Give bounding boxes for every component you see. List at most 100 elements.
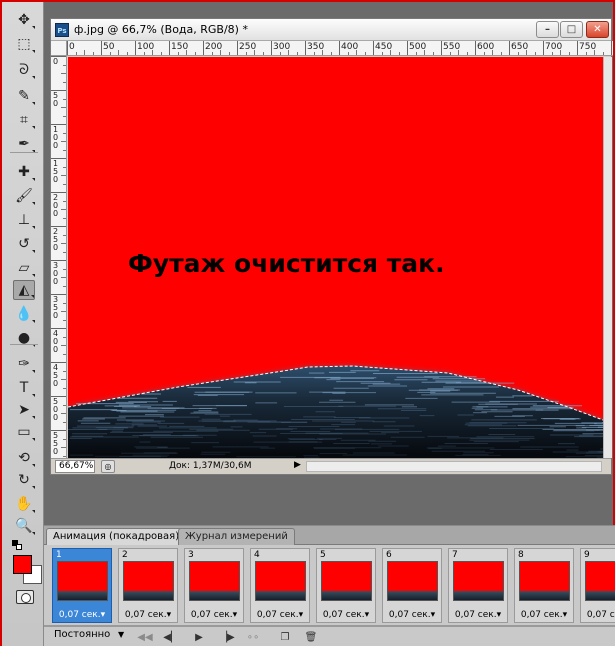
eraser-tool-icon[interactable]: ▱ [13, 258, 35, 278]
loop-select[interactable]: Постоянно [54, 629, 110, 640]
healing-brush-tool-icon[interactable]: ✚ [13, 162, 35, 182]
frame-delay-select[interactable]: 0,07 сек.▾ [53, 610, 111, 620]
ruler-tick-label: 150 [53, 159, 59, 184]
frame-thumbnail [585, 561, 615, 601]
blur-tool-icon[interactable]: 💧 [13, 304, 35, 324]
canvas[interactable]: Футаж очистится так. [68, 57, 603, 458]
brush-tool-icon[interactable]: 🖌 [13, 186, 35, 206]
lasso-tool-icon[interactable]: ᘐ [13, 60, 35, 80]
prev-frame-icon[interactable]: ◀▏ [162, 630, 180, 644]
animation-frame[interactable]: 2 0,07 сек.▾ [118, 548, 178, 623]
tools-panel: ✥ ⬚ ᘐ ✎ ⌗ ✒ ✚ 🖌 ⊥ ↺ ▱ ◭ 💧 ● ✑ T ➤ ▭ ⟲ ↻ ✋ 🔍 [2, 2, 44, 646]
vertical-ruler[interactable]: 0 50 100 150 200 250 300 350 400 450 500 550 [51, 56, 67, 458]
animation-frame[interactable]: 4 0,07 сек.▾ [250, 548, 310, 623]
rectangle-tool-icon[interactable]: ▭ [13, 422, 35, 442]
frame-delay-select[interactable]: 0,07 сек.▾ [317, 610, 375, 620]
frame-delay-select[interactable]: 0,07 сек.▾ [185, 610, 243, 620]
ruler-origin[interactable] [51, 41, 67, 56]
delete-frame-icon[interactable]: 🗑 [302, 630, 320, 644]
tab-measurement-log[interactable]: Журнал измерений [178, 528, 295, 545]
frame-thumbnail [387, 561, 438, 601]
animation-panel: Анимация (покадровая) Журнал измерений 1… [44, 525, 615, 646]
ruler-tick-label: 350 [53, 295, 59, 320]
panel-tabs: Анимация (покадровая) Журнал измерений [44, 526, 615, 545]
horizontal-ruler[interactable]: 0 50 100 150 200 250 300 350 400 450 500 550 600 650 7… [67, 41, 613, 56]
play-icon[interactable]: ▶ [190, 630, 208, 644]
first-frame-icon[interactable]: ◀◀ [136, 630, 154, 644]
history-brush-tool-icon[interactable]: ↺ [13, 234, 35, 254]
frame-number: 9 [584, 550, 590, 560]
quick-mask-icon[interactable] [16, 590, 34, 604]
frame-delay-select[interactable]: 0,07 сек.▾ [383, 610, 441, 620]
status-menu-arrow-icon[interactable]: ▶ [294, 460, 301, 470]
ruler-tick-label: 400 [53, 329, 59, 354]
document-titlebar[interactable]: Ps ф.jpg @ 66,7% (Вода, RGB/8) * – □ ✕ [51, 19, 611, 41]
ruler-tick-label: 500 [53, 397, 59, 422]
foreground-color-swatch[interactable] [13, 555, 32, 574]
clone-stamp-tool-icon[interactable]: ⊥ [13, 210, 35, 230]
frame-number: 5 [320, 550, 326, 560]
overlay-caption: Футаж очистится так. [128, 249, 445, 278]
duplicate-frame-icon[interactable]: ❐ [276, 630, 294, 644]
minimize-button[interactable]: – [536, 21, 559, 38]
crop-tool-icon[interactable]: ⌗ [13, 110, 35, 130]
document-size: Док: 1,37M/30,6M [169, 461, 252, 471]
animation-frame[interactable]: 5 0,07 сек.▾ [316, 548, 376, 623]
dodge-tool-icon[interactable]: ● [13, 328, 35, 348]
frame-delay-select[interactable]: 0,07 сек.▾ [449, 610, 507, 620]
frame-delay-select[interactable]: 0,07 сек.▾ [515, 610, 573, 620]
paint-bucket-tool-icon[interactable]: ◭ [13, 280, 35, 300]
ruler-tick-label: 200 [53, 193, 59, 218]
frame-thumbnail [453, 561, 504, 601]
frame-number: 2 [122, 550, 128, 560]
frame-thumbnail [321, 561, 372, 601]
animation-frame[interactable]: 3 0,07 сек.▾ [184, 548, 244, 623]
tween-icon[interactable]: ∘∘ [244, 630, 262, 644]
ruler-tick-label: 0 [53, 57, 59, 66]
chevron-down-icon[interactable]: ▼ [118, 630, 124, 639]
tools-divider [10, 152, 38, 153]
frame-thumbnail [123, 561, 174, 601]
quick-selection-tool-icon[interactable]: ✎ [13, 86, 35, 106]
animation-frame[interactable]: 6 0,07 сек.▾ [382, 548, 442, 623]
zoom-tool-icon[interactable]: 🔍 [13, 516, 35, 536]
type-tool-icon[interactable]: T [13, 378, 35, 398]
frame-number: 1 [56, 550, 62, 560]
pen-tool-icon[interactable]: ✑ [13, 354, 35, 374]
frame-delay-select[interactable]: 0,07 сек.▾ [251, 610, 309, 620]
next-frame-icon[interactable]: ▕▶ [218, 630, 236, 644]
frame-delay-select[interactable]: 0,07 сек.▾ [119, 610, 177, 620]
photoshop-file-icon: Ps [55, 22, 69, 37]
ruler-tick-label: 50 [103, 42, 115, 52]
hand-tool-icon[interactable]: ✋ [13, 494, 35, 514]
3d-rotate-tool-icon[interactable]: ⟲ [13, 448, 35, 468]
animation-frame[interactable]: 7 0,07 сек.▾ [448, 548, 508, 623]
animation-frame[interactable]: 8 0,07 сек.▾ [514, 548, 574, 623]
horizontal-scrollbar[interactable] [306, 461, 602, 472]
vertical-scrollbar[interactable] [603, 57, 612, 458]
tab-animation[interactable]: Анимация (покадровая) [46, 528, 187, 545]
eyedropper-tool-icon[interactable]: ✒ [13, 134, 35, 154]
status-info-icon[interactable]: ◎ [101, 460, 115, 473]
close-button[interactable]: ✕ [586, 21, 609, 38]
animation-frame[interactable]: 1 0,07 сек.▾ [52, 548, 112, 623]
zoom-field[interactable]: 66,67% [55, 460, 95, 473]
ruler-tick-label: 450 [53, 363, 59, 388]
document-title: ф.jpg @ 66,7% (Вода, RGB/8) * [74, 23, 248, 36]
path-selection-tool-icon[interactable]: ➤ [13, 400, 35, 420]
ruler-tick-label: 50 [53, 91, 59, 108]
animation-frame[interactable]: 9 0,07 сек.▾ [580, 548, 615, 623]
frame-delay-select[interactable]: 0,07 сек.▾ [581, 610, 615, 620]
default-colors-icon[interactable] [12, 540, 24, 550]
maximize-button[interactable]: □ [560, 21, 583, 38]
3d-orbit-tool-icon[interactable]: ↻ [13, 470, 35, 490]
tools-divider [10, 344, 38, 345]
frame-thumbnail [519, 561, 570, 601]
marquee-tool-icon[interactable]: ⬚ [13, 34, 35, 54]
frame-number: 3 [188, 550, 194, 560]
ruler-tick-label: 0 [69, 42, 75, 52]
ruler-tick-label: 300 [53, 261, 59, 286]
ruler-tick-label: 250 [53, 227, 59, 252]
frame-thumbnail [57, 561, 108, 601]
move-tool-icon[interactable]: ✥ [13, 10, 35, 30]
